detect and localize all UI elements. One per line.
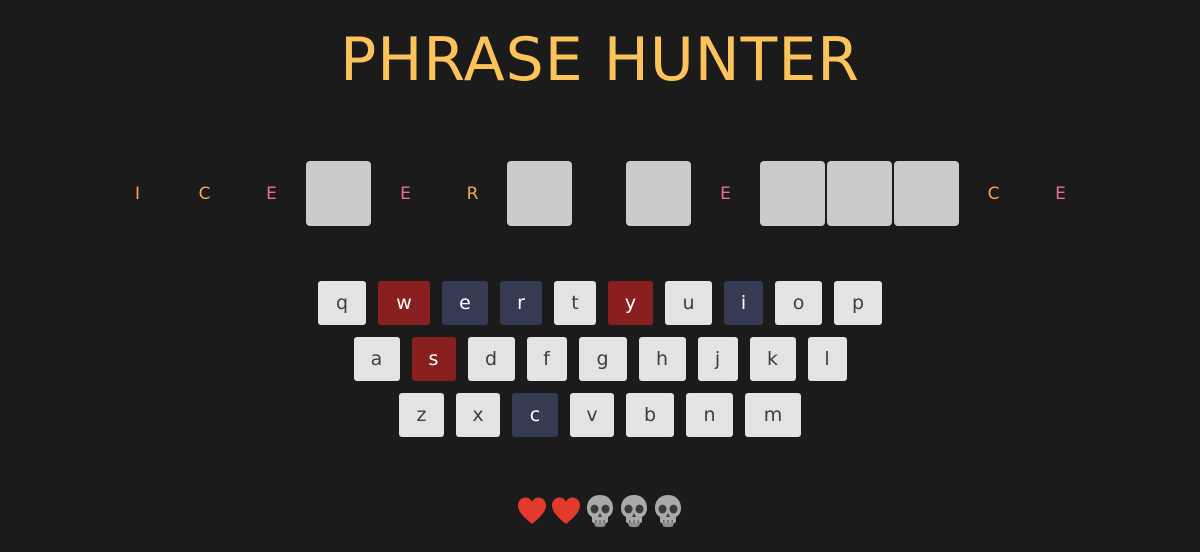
skull-icon xyxy=(651,493,685,529)
key-l[interactable]: l xyxy=(807,337,847,381)
key-f[interactable]: f xyxy=(526,337,567,381)
heart-icon xyxy=(515,493,549,529)
revealed-letter: E xyxy=(400,183,411,204)
hidden-letter-tile xyxy=(894,161,959,226)
revealed-letter: C xyxy=(198,183,211,204)
skull-icon xyxy=(583,493,617,529)
key-k[interactable]: k xyxy=(749,337,796,381)
key-o[interactable]: o xyxy=(775,281,822,325)
revealed-letter: R xyxy=(466,183,479,204)
key-z[interactable]: z xyxy=(399,393,444,437)
key-c[interactable]: c xyxy=(512,393,558,437)
revealed-letter: C xyxy=(987,183,1000,204)
key-h[interactable]: h xyxy=(638,337,686,381)
key-m[interactable]: m xyxy=(745,393,801,437)
keyboard-row: zxcvbnm xyxy=(0,393,1200,437)
key-e[interactable]: e xyxy=(442,281,488,325)
game-title: PHRASE HUNTER xyxy=(340,25,860,95)
key-x[interactable]: x xyxy=(456,393,500,437)
key-g[interactable]: g xyxy=(578,337,627,381)
revealed-letter: I xyxy=(134,183,140,204)
key-s[interactable]: s xyxy=(411,337,456,381)
revealed-letter: E xyxy=(720,183,731,204)
revealed-letter: E xyxy=(1055,183,1066,204)
key-b[interactable]: b xyxy=(626,393,674,437)
lives-display xyxy=(0,493,1200,529)
key-v[interactable]: v xyxy=(570,393,614,437)
key-d[interactable]: d xyxy=(467,337,515,381)
hidden-letter-tile xyxy=(760,161,825,226)
skull-icon xyxy=(617,493,651,529)
hidden-letter-tile xyxy=(507,161,572,226)
key-r[interactable]: r xyxy=(500,281,542,325)
hidden-letter-tile xyxy=(306,161,371,226)
key-w[interactable]: w xyxy=(378,281,430,325)
hidden-letter-tile xyxy=(827,161,892,226)
key-q[interactable]: q xyxy=(318,281,366,325)
onscreen-keyboard: qwertyuiop asdfghjkl zxcvbnm xyxy=(0,281,1200,449)
heart-icon xyxy=(549,493,583,529)
key-t[interactable]: t xyxy=(554,281,596,325)
keyboard-row: qwertyuiop xyxy=(0,281,1200,325)
hidden-letter-tile xyxy=(626,161,691,226)
key-y[interactable]: y xyxy=(608,281,653,325)
word-space xyxy=(574,161,624,226)
key-p[interactable]: p xyxy=(834,281,882,325)
key-n[interactable]: n xyxy=(686,393,733,437)
phrase-board: ICEERECE xyxy=(0,161,1200,226)
key-a[interactable]: a xyxy=(353,337,400,381)
revealed-letter: E xyxy=(266,183,277,204)
key-u[interactable]: u xyxy=(665,281,712,325)
key-i[interactable]: i xyxy=(724,281,763,325)
key-j[interactable]: j xyxy=(697,337,738,381)
keyboard-row: asdfghjkl xyxy=(0,337,1200,381)
